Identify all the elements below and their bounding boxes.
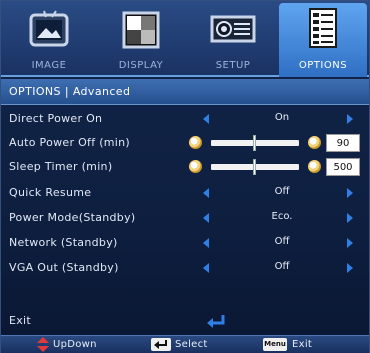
footer-bar: UpDown Select Menu Exit bbox=[1, 335, 369, 353]
arrow-left-icon[interactable] bbox=[203, 263, 209, 273]
item-label: Auto Power Off (min) bbox=[9, 136, 131, 149]
item-value: Off bbox=[274, 236, 290, 247]
tab-label: DISPLAY bbox=[118, 60, 164, 71]
item-label: Network (Standby) bbox=[9, 236, 118, 249]
item-label: Sleep Timer (min) bbox=[9, 160, 113, 173]
item-label: Quick Resume bbox=[9, 186, 92, 199]
item-value: Off bbox=[274, 186, 290, 197]
tab-label: IMAGE bbox=[31, 60, 67, 71]
sleep-timer-slider[interactable] bbox=[211, 159, 299, 175]
arrow-right-icon[interactable] bbox=[347, 263, 353, 273]
arrow-right-icon[interactable] bbox=[347, 213, 353, 223]
menu-item-auto-power-off[interactable]: Auto Power Off (min) 90 bbox=[1, 131, 369, 155]
auto-power-off-slider[interactable] bbox=[211, 135, 299, 151]
options-list-icon bbox=[309, 8, 337, 48]
arrow-left-icon[interactable] bbox=[203, 188, 209, 198]
item-label: VGA Out (Standby) bbox=[9, 261, 119, 274]
auto-power-off-value: 90 bbox=[326, 134, 360, 152]
tab-label: OPTIONS bbox=[298, 60, 348, 71]
enter-arrow-icon bbox=[207, 315, 225, 328]
menu-item-power-mode[interactable]: Power Mode(Standby) Eco. bbox=[1, 206, 369, 230]
breadcrumb-text: OPTIONS | Advanced bbox=[9, 85, 131, 98]
item-value: On bbox=[274, 112, 290, 123]
display-icon bbox=[122, 11, 160, 49]
brightness-high-icon bbox=[308, 160, 321, 173]
arrow-right-icon[interactable] bbox=[347, 238, 353, 248]
arrow-left-icon[interactable] bbox=[203, 238, 209, 248]
slider-thumb[interactable] bbox=[253, 159, 256, 175]
breadcrumb: OPTIONS | Advanced bbox=[1, 79, 369, 105]
item-value: Off bbox=[274, 261, 290, 272]
brightness-low-icon bbox=[189, 136, 202, 149]
menu-tabs: IMAGE DISPLAY SETUP OPTIONS bbox=[1, 1, 369, 77]
item-label: Power Mode(Standby) bbox=[9, 211, 136, 224]
item-label: Direct Power On bbox=[9, 112, 103, 125]
exit-label: Exit bbox=[9, 314, 32, 327]
tab-options[interactable]: OPTIONS bbox=[279, 3, 367, 77]
item-value: Eco. bbox=[271, 211, 293, 222]
exit-hint: Exit bbox=[292, 339, 313, 350]
menu-item-sleep-timer[interactable]: Sleep Timer (min) 500 bbox=[1, 155, 369, 179]
menu-item-quick-resume[interactable]: Quick Resume Off bbox=[1, 181, 369, 205]
image-icon bbox=[29, 10, 69, 47]
arrow-right-icon[interactable] bbox=[347, 114, 353, 124]
brightness-high-icon bbox=[308, 136, 321, 149]
menu-item-network[interactable]: Network (Standby) Off bbox=[1, 231, 369, 255]
menu-item-exit[interactable]: Exit bbox=[1, 309, 369, 333]
arrow-left-icon[interactable] bbox=[203, 213, 209, 223]
arrow-left-icon[interactable] bbox=[203, 114, 209, 124]
osd-menu: IMAGE DISPLAY SETUP OPTIONS OPTIONS | Ad… bbox=[0, 0, 370, 353]
projector-icon bbox=[210, 15, 256, 43]
arrow-right-icon[interactable] bbox=[347, 188, 353, 198]
tab-label: SETUP bbox=[215, 60, 251, 71]
slider-thumb[interactable] bbox=[253, 135, 256, 151]
menu-key-icon: Menu bbox=[263, 338, 287, 351]
updown-hint: UpDown bbox=[53, 339, 97, 350]
tab-image[interactable]: IMAGE bbox=[5, 5, 93, 75]
enter-key-icon bbox=[151, 338, 171, 351]
updown-arrows-icon bbox=[37, 337, 49, 352]
select-hint: Select bbox=[175, 339, 208, 350]
tab-display[interactable]: DISPLAY bbox=[97, 5, 185, 75]
sleep-timer-value: 500 bbox=[326, 158, 360, 176]
menu-item-direct-power-on[interactable]: Direct Power On On bbox=[1, 107, 369, 131]
brightness-low-icon bbox=[189, 160, 202, 173]
menu-item-vga-out[interactable]: VGA Out (Standby) Off bbox=[1, 256, 369, 280]
tab-setup[interactable]: SETUP bbox=[189, 5, 277, 75]
